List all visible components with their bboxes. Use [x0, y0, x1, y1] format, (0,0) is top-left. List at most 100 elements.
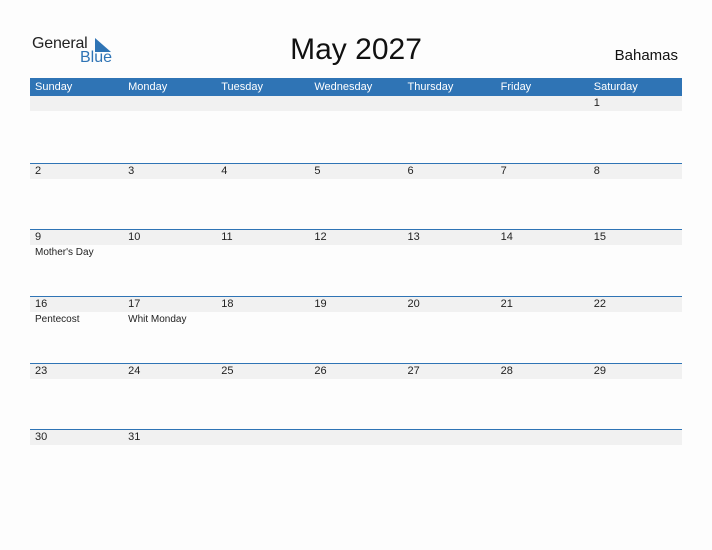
weekday-wednesday: Wednesday	[314, 81, 373, 93]
date-strip: 30 31	[30, 430, 682, 446]
holiday-label	[403, 379, 496, 380]
week-row: 1	[30, 96, 682, 163]
day-number: 1	[593, 97, 600, 109]
day-number	[309, 96, 402, 111]
holiday-label	[496, 312, 589, 326]
weekday-thursday: Thursday	[407, 81, 454, 93]
holiday-label	[403, 245, 496, 259]
weekday-saturday: Saturday	[593, 81, 638, 93]
day-number	[589, 430, 682, 445]
day-number: 27	[407, 364, 420, 377]
weekday-tuesday: Tuesday	[221, 81, 264, 93]
day-number: 18	[221, 298, 234, 311]
holiday-label	[216, 245, 309, 259]
day-number: 15	[593, 231, 606, 244]
day-number	[30, 96, 123, 111]
country-label: Bahamas	[614, 47, 678, 64]
day-number: 23	[35, 364, 48, 377]
holiday-label	[216, 179, 309, 180]
date-strip: 16 17 18 19 20 21 22	[30, 297, 682, 313]
day-number: 28	[500, 364, 513, 377]
week-row: 30 31	[30, 429, 682, 496]
holiday-label: Whit Monday	[128, 314, 187, 326]
holiday-label	[496, 179, 589, 180]
day-number: 14	[500, 231, 513, 244]
day-number	[123, 96, 216, 111]
week-row: 2 3 4 5 6 7 8	[30, 162, 682, 230]
holiday-label	[216, 445, 309, 446]
day-number	[216, 96, 309, 111]
holiday-label	[589, 111, 682, 112]
day-number: 19	[314, 298, 327, 311]
date-strip: 2 3 4 5 6 7 8	[30, 163, 682, 179]
week-row: 16 17 18 19 20 21 22 Pentecost Whit Monday	[30, 296, 682, 363]
day-number: 16	[35, 298, 48, 311]
holiday-label	[589, 245, 682, 259]
holiday-label	[123, 179, 216, 180]
holiday-label	[309, 245, 402, 259]
day-number: 30	[35, 431, 48, 444]
day-number: 17	[128, 298, 141, 311]
day-number: 21	[500, 298, 513, 311]
holiday-label	[589, 312, 682, 326]
holiday-label: Pentecost	[35, 314, 80, 326]
date-strip: 23 24 25 26 27 28 29	[30, 363, 682, 379]
day-number	[496, 430, 589, 445]
day-number	[403, 96, 496, 111]
day-number	[216, 430, 309, 445]
holiday-label	[496, 111, 589, 112]
calendar-title: May 2027	[290, 33, 422, 66]
holiday-label	[216, 111, 309, 112]
holiday-label	[589, 379, 682, 380]
date-strip: 1	[30, 96, 682, 111]
holiday-label	[30, 445, 123, 446]
day-number	[496, 96, 589, 111]
holiday-label	[216, 312, 309, 326]
holiday-label	[496, 445, 589, 446]
holiday-label	[403, 111, 496, 112]
day-number: 2	[35, 164, 42, 177]
day-number: 4	[221, 164, 228, 177]
holiday-label: Mother's Day	[35, 247, 94, 259]
day-number: 22	[593, 298, 606, 311]
holiday-label	[123, 245, 216, 259]
holiday-label	[309, 111, 402, 112]
date-strip: 9 10 11 12 13 14 15	[30, 230, 682, 246]
day-number	[403, 430, 496, 445]
day-number: 12	[314, 231, 327, 244]
day-number: 31	[128, 431, 141, 444]
holiday-label	[309, 379, 402, 380]
events-row	[30, 379, 682, 380]
holiday-label	[309, 445, 402, 446]
events-row: Pentecost Whit Monday	[30, 312, 682, 326]
week-row: 23 24 25 26 27 28 29	[30, 362, 682, 430]
day-number: 8	[593, 164, 600, 177]
week-row: 9 10 11 12 13 14 15 Mother's Day	[30, 229, 682, 296]
day-number: 7	[500, 164, 507, 177]
holiday-label	[30, 111, 123, 112]
day-number: 3	[128, 164, 135, 177]
holiday-label	[30, 179, 123, 180]
events-row	[30, 111, 682, 112]
holiday-label	[589, 179, 682, 180]
day-number: 24	[128, 364, 141, 377]
events-row	[30, 179, 682, 180]
day-number: 6	[407, 164, 414, 177]
day-number: 5	[314, 164, 321, 177]
day-number: 13	[407, 231, 420, 244]
holiday-label	[30, 379, 123, 380]
weekday-sunday: Sunday	[35, 81, 73, 93]
day-number: 11	[221, 231, 233, 244]
holiday-label	[309, 312, 402, 326]
holiday-label	[123, 379, 216, 380]
day-number: 20	[407, 298, 420, 311]
holiday-label	[123, 111, 216, 112]
day-number: 26	[314, 364, 327, 377]
day-number	[309, 430, 402, 445]
holiday-label	[403, 445, 496, 446]
day-number: 10	[128, 231, 141, 244]
holiday-label	[403, 312, 496, 326]
holiday-label	[496, 379, 589, 380]
weekday-monday: Monday	[128, 81, 168, 93]
holiday-label	[589, 445, 682, 446]
